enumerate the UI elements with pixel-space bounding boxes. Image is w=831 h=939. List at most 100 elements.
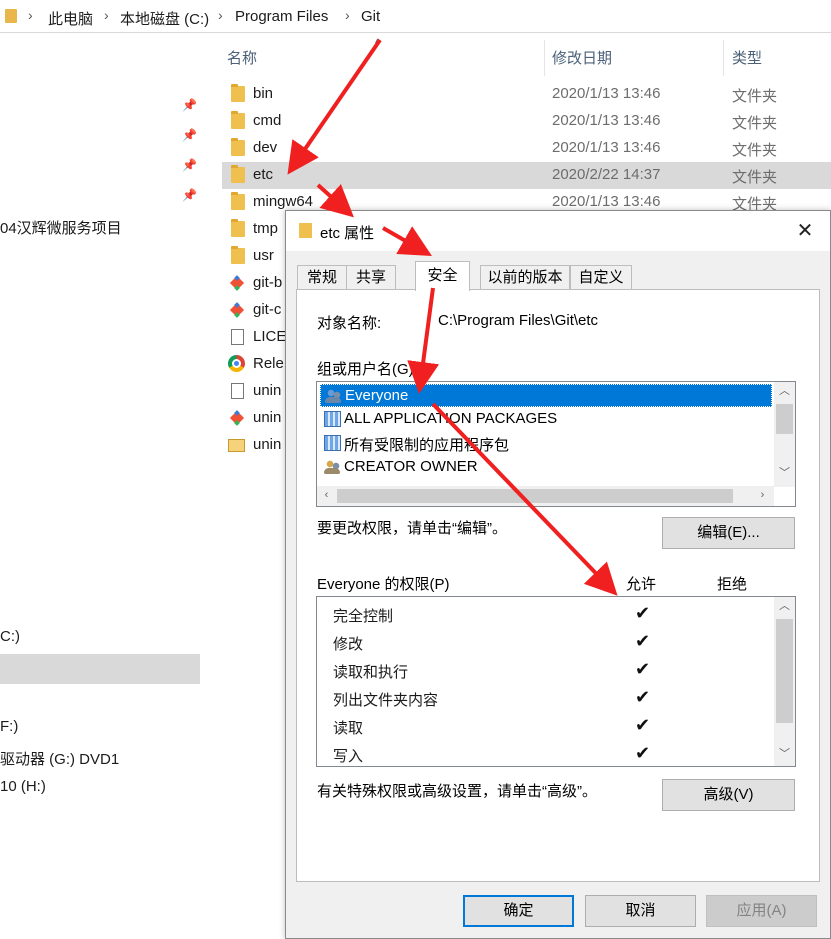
nav-item[interactable]: 04汉辉微服务项目	[0, 217, 122, 238]
file-date: 2020/1/13 13:46	[552, 139, 661, 156]
scrollbar-thumb[interactable]	[776, 404, 793, 434]
package-icon	[324, 411, 341, 427]
permission-name: 写入	[333, 748, 364, 765]
file-name: mingw64	[253, 193, 314, 210]
groups-listbox[interactable]: Everyone ALL APPLICATION PACKAGES 所有受限制的应用…	[316, 381, 796, 507]
group-item[interactable]: Everyone	[320, 384, 772, 407]
breadcrumb-item[interactable]: Git	[361, 8, 380, 25]
tab-customize[interactable]: 自定义	[570, 265, 632, 290]
cancel-button[interactable]: 取消	[585, 895, 696, 927]
advanced-hint: 有关特殊权限或高级设置，请单击“高级”。	[317, 783, 597, 800]
tab-general[interactable]: 常规	[297, 265, 347, 290]
nav-item[interactable]: 10 (H:)	[0, 778, 46, 795]
permission-row: 列出文件夹内容 ✔	[333, 685, 650, 713]
column-header-date[interactable]: 修改日期	[552, 47, 612, 68]
group-name: ALL APPLICATION PACKAGES	[344, 410, 558, 427]
file-name: unin	[253, 409, 282, 426]
tab-security[interactable]: 安全	[415, 261, 470, 291]
edit-button[interactable]: 编辑(E)...	[662, 517, 795, 549]
permission-row: 完全控制 ✔	[333, 601, 650, 629]
navigation-pane: 📌 📌 📌 📌 04汉辉微服务项目 C:) F:) 驱动器 (G:) DVD1 …	[0, 34, 200, 939]
file-name: etc	[253, 166, 274, 183]
breadcrumb-item[interactable]: Program Files	[235, 8, 328, 25]
nav-item[interactable]: C:)	[0, 628, 20, 645]
file-row[interactable]: etc 2020/2/22 14:37 文件夹	[222, 162, 831, 189]
breadcrumb-separator: ›	[218, 7, 223, 23]
breadcrumb-item[interactable]: 此电脑	[48, 8, 93, 29]
checkmark-icon: ✔	[635, 603, 651, 623]
column-divider[interactable]	[723, 40, 724, 76]
address-bar[interactable]: › 此电脑 › 本地磁盘 (C:) › Program Files › Git	[0, 0, 831, 33]
file-date: 2020/2/22 14:37	[552, 166, 661, 183]
vertical-scrollbar[interactable]: ︿ ﹀	[774, 382, 795, 487]
allow-column-header: 允许	[626, 576, 657, 593]
pin-icon[interactable]: 📌	[182, 158, 197, 172]
checkmark-icon: ✔	[635, 715, 651, 735]
folder-icon	[231, 192, 245, 210]
column-header-type[interactable]: 类型	[732, 47, 762, 68]
pin-icon[interactable]: 📌	[182, 128, 197, 142]
horizontal-scrollbar[interactable]: ‹ ›	[317, 486, 774, 506]
close-button[interactable]: ✕	[786, 217, 824, 247]
tab-sharing[interactable]: 共享	[346, 265, 396, 290]
permission-row: 读取和执行 ✔	[333, 657, 650, 685]
file-date: 2020/1/13 13:46	[552, 112, 661, 129]
scroll-left-icon[interactable]: ‹	[318, 487, 335, 504]
group-name: Everyone	[345, 387, 409, 404]
breadcrumb-item[interactable]: 本地磁盘 (C:)	[120, 8, 209, 29]
file-type: 文件夹	[732, 115, 778, 132]
scroll-up-icon[interactable]: ︿	[776, 598, 793, 615]
document-icon	[231, 329, 244, 345]
edit-hint: 要更改权限，请单击“编辑”。	[317, 520, 507, 537]
dialog-title-bar[interactable]: etc 属性 ✕	[286, 211, 830, 251]
users-icon	[325, 388, 342, 404]
file-type: 文件夹	[732, 88, 778, 105]
group-item[interactable]: 所有受限制的应用程序包	[320, 432, 772, 455]
group-item[interactable]: ALL APPLICATION PACKAGES	[320, 408, 772, 431]
file-row[interactable]: dev 2020/1/13 13:46 文件夹	[222, 135, 831, 162]
nav-item-selected[interactable]	[0, 654, 200, 684]
security-tab-panel: 对象名称: C:\Program Files\Git\etc 组或用户名(G):…	[296, 289, 820, 882]
permissions-list[interactable]: 完全控制 ✔ 修改 ✔ 读取和执行 ✔ 列出文件夹内容 ✔ 读取 ✔ 写入 ✔ ︿ ﹀	[316, 596, 796, 767]
nav-item[interactable]: 驱动器 (G:) DVD1	[0, 748, 119, 769]
file-name: cmd	[253, 112, 282, 129]
ok-button[interactable]: 确定	[463, 895, 574, 927]
file-name: Rele	[253, 355, 284, 372]
file-name: unin	[253, 382, 282, 399]
permission-row: 修改 ✔	[333, 629, 650, 657]
pin-icon[interactable]: 📌	[182, 188, 197, 202]
column-divider[interactable]	[544, 40, 545, 76]
chrome-icon	[228, 355, 245, 372]
scrollbar-thumb[interactable]	[776, 619, 793, 723]
apply-button[interactable]: 应用(A)	[706, 895, 817, 927]
permission-name: 读取	[333, 720, 364, 737]
scroll-up-icon[interactable]: ︿	[776, 383, 793, 400]
column-header-name[interactable]: 名称	[227, 47, 257, 68]
permission-row: 读取 ✔	[333, 713, 650, 741]
file-type: 文件夹	[732, 142, 778, 159]
checkmark-icon: ✔	[635, 631, 651, 651]
nav-item[interactable]: F:)	[0, 718, 18, 735]
breadcrumb-separator: ›	[345, 7, 350, 23]
permission-name: 读取和执行	[333, 664, 409, 681]
scrollbar-thumb[interactable]	[337, 489, 733, 503]
pin-icon[interactable]: 📌	[182, 98, 197, 112]
group-name: 所有受限制的应用程序包	[344, 437, 510, 454]
file-row[interactable]: bin 2020/1/13 13:46 文件夹	[222, 81, 831, 108]
permission-row: 写入 ✔	[333, 741, 650, 766]
file-date: 2020/1/13 13:46	[552, 193, 661, 210]
tab-previous-versions[interactable]: 以前的版本	[480, 265, 570, 290]
scroll-down-icon[interactable]: ﹀	[776, 746, 793, 763]
git-icon	[229, 275, 245, 291]
file-name: dev	[253, 139, 278, 156]
file-name: LICE	[253, 328, 287, 345]
scroll-right-icon[interactable]: ›	[754, 487, 771, 504]
advanced-button[interactable]: 高级(V)	[662, 779, 795, 811]
scroll-down-icon[interactable]: ﹀	[776, 465, 793, 482]
vertical-scrollbar[interactable]: ︿ ﹀	[774, 597, 795, 766]
breadcrumb-separator: ›	[104, 7, 109, 23]
file-row[interactable]: cmd 2020/1/13 13:46 文件夹	[222, 108, 831, 135]
checkmark-icon: ✔	[635, 687, 651, 707]
folder-icon	[231, 165, 245, 183]
group-item[interactable]: CREATOR OWNER	[320, 456, 772, 479]
